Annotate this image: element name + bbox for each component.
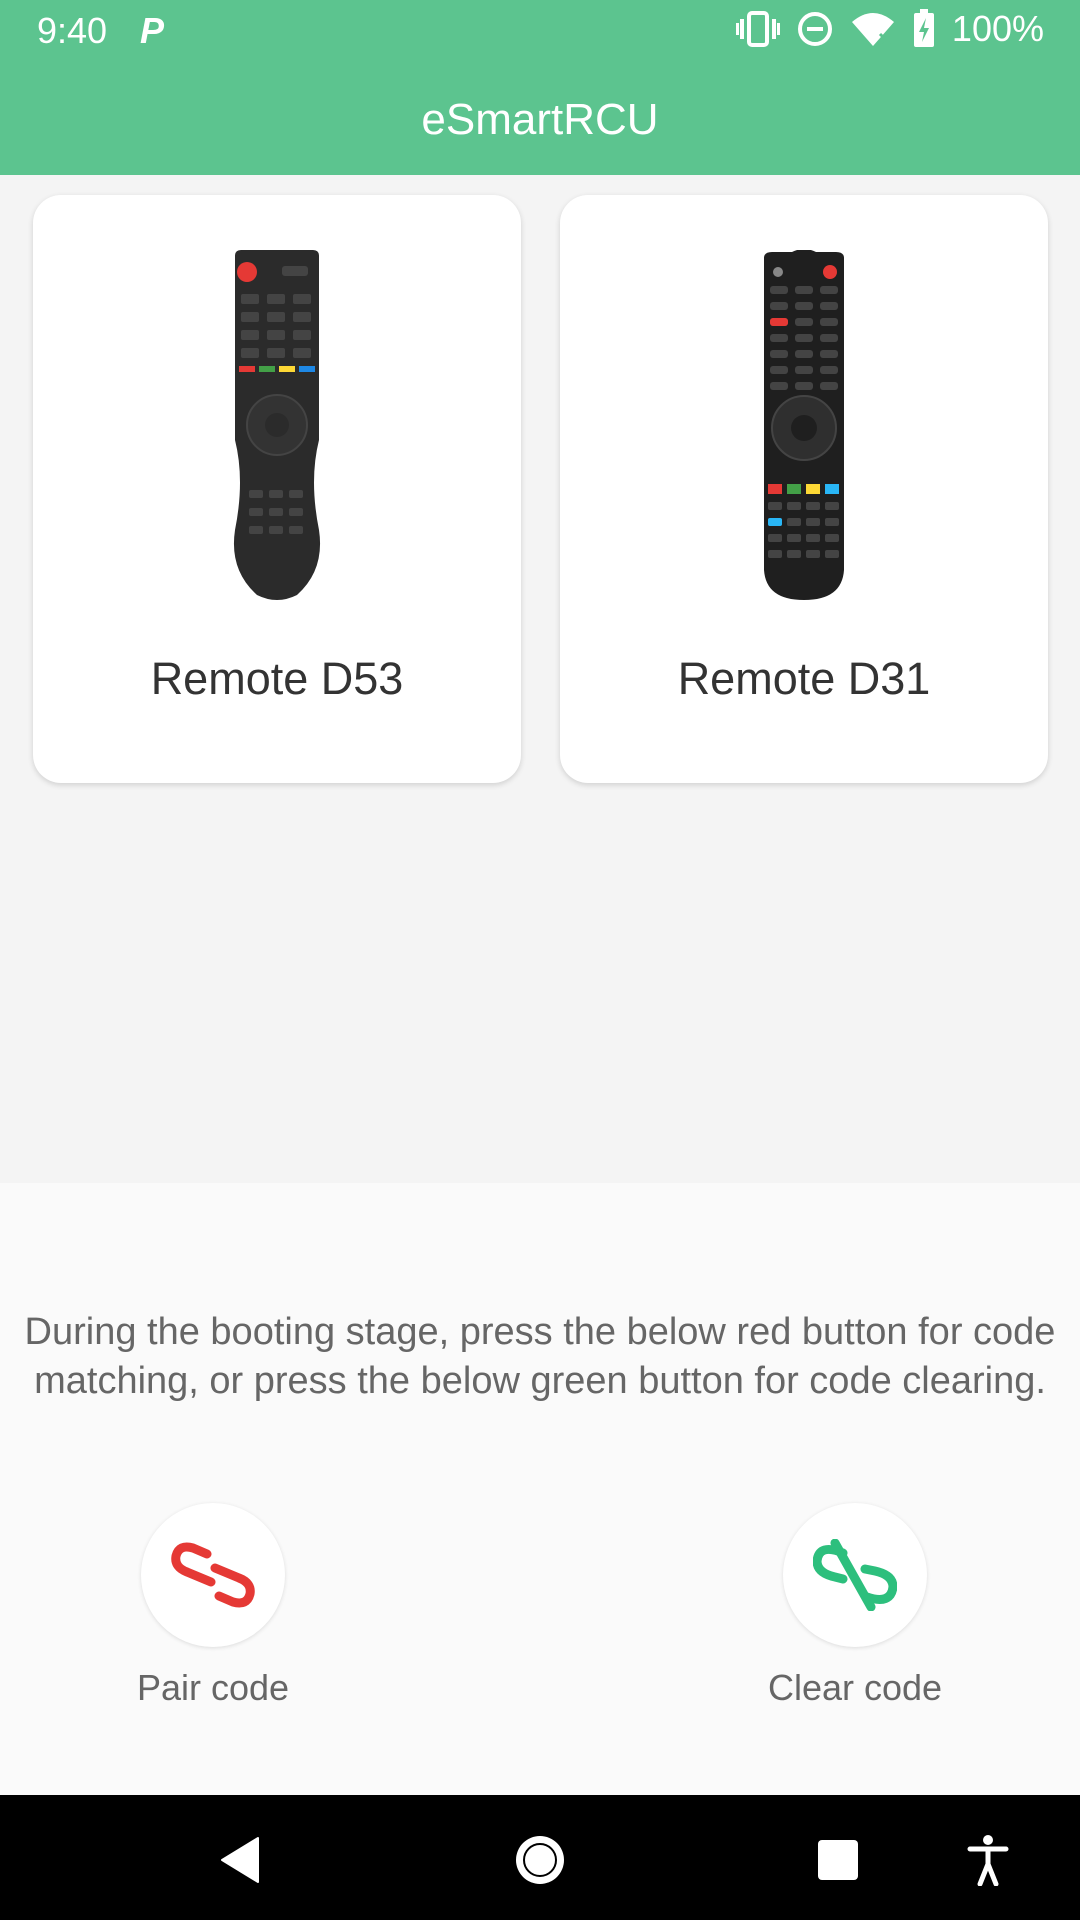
back-button[interactable] — [205, 1825, 275, 1895]
instructions-text: During the booting stage, press the belo… — [24, 1311, 1056, 1402]
link-off-icon — [813, 1539, 897, 1611]
remote-card-label: Remote D53 — [150, 653, 404, 704]
recents-icon — [818, 1840, 858, 1880]
home-icon — [516, 1836, 564, 1884]
remote-card-d31[interactable]: Remote D31 — [560, 195, 1048, 783]
wifi-icon — [851, 13, 894, 46]
status-icons: 100% — [735, 8, 1044, 50]
vibrate-icon — [735, 11, 780, 47]
remote-list: Remote D53 Remote D31 — [0, 175, 1080, 1183]
remote-d31-icon — [764, 250, 844, 600]
do-not-disturb-icon — [797, 12, 832, 46]
pairing-panel: During the booting stage, press the belo… — [0, 1183, 1080, 1795]
pair-code-label: Pair code — [136, 1667, 290, 1708]
app-bar: eSmartRCU — [0, 63, 1080, 175]
battery-percentage: 100% — [951, 8, 1044, 49]
status-bar: 9:40 P 100% — [0, 0, 1080, 63]
parking-p-icon: P — [140, 10, 165, 51]
link-icon — [171, 1542, 255, 1608]
accessibility-icon — [967, 1835, 1009, 1886]
navigation-bar — [0, 1795, 1080, 1920]
clear-code-button[interactable] — [783, 1503, 927, 1647]
recents-button[interactable] — [803, 1825, 873, 1895]
home-button[interactable] — [505, 1825, 575, 1895]
accessibility-button[interactable] — [953, 1825, 1023, 1895]
clear-code-action: Clear code — [745, 1503, 965, 1709]
remote-card-label: Remote D31 — [677, 653, 931, 704]
status-time: 9:40 — [37, 10, 108, 51]
app-title: eSmartRCU — [421, 95, 659, 144]
remote-d53-icon — [233, 250, 321, 600]
remote-card-d53[interactable]: Remote D53 — [33, 195, 521, 783]
pair-code-button[interactable] — [141, 1503, 285, 1647]
clear-code-label: Clear code — [767, 1667, 943, 1708]
battery-charging-icon — [913, 9, 934, 47]
pair-code-action: Pair code — [103, 1503, 323, 1709]
back-icon — [221, 1837, 259, 1883]
